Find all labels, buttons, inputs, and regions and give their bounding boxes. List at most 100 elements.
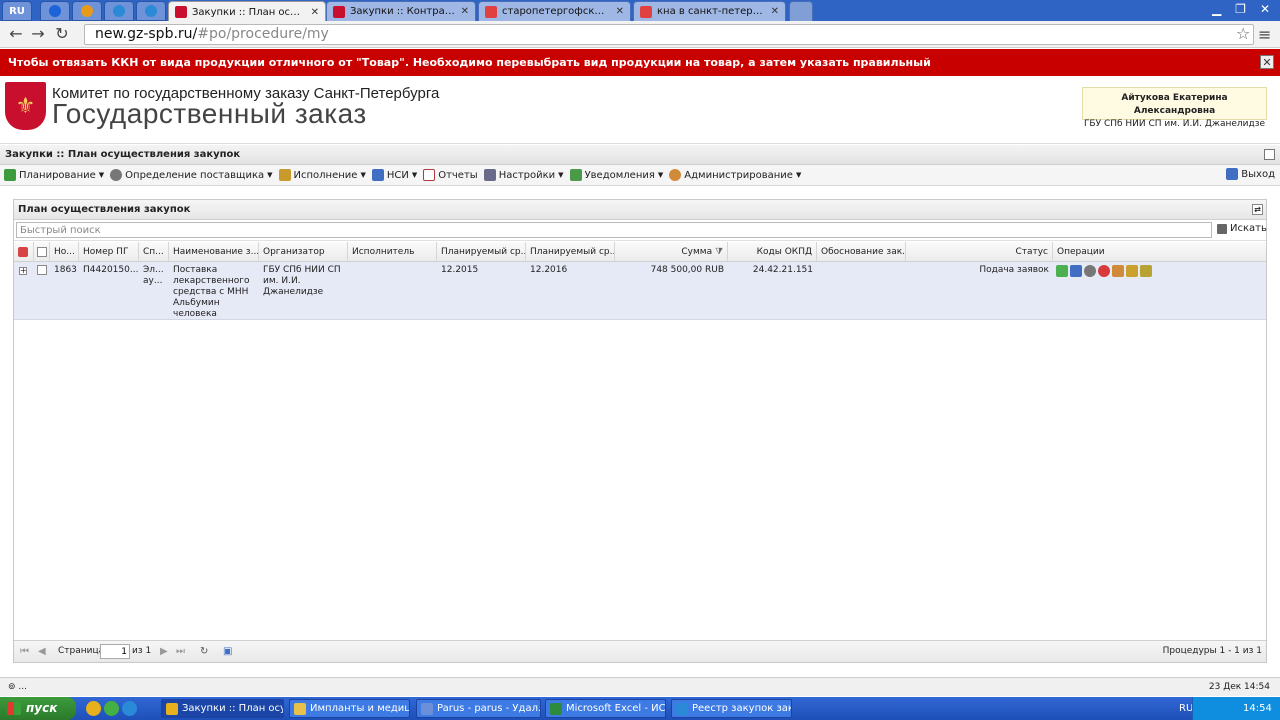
task-browser[interactable]: Закупки :: План осу...: [161, 699, 284, 718]
table-row[interactable]: + 1863 П4420150... Эл... ау... Поставка …: [14, 262, 1266, 320]
close-notice-icon[interactable]: ✕: [1260, 55, 1274, 69]
cell-pg-number: П4420150...: [83, 265, 139, 275]
cell-organizer: ГБУ СПб НИИ СП им. И.И. Джанелидзе: [263, 265, 341, 297]
new-tab-button[interactable]: [789, 1, 813, 21]
menu-reports[interactable]: Отчеты: [423, 169, 478, 181]
start-button[interactable]: пуск: [0, 697, 76, 720]
app-ru-tab[interactable]: RU: [2, 1, 32, 21]
col-reason[interactable]: Обоснование зак...: [817, 242, 906, 262]
bird-icon: [113, 5, 125, 17]
col-number[interactable]: Но...: [50, 242, 79, 262]
refresh-icon[interactable]: ↻: [200, 646, 208, 657]
gears-icon: [110, 169, 123, 181]
close-tab-icon[interactable]: ✕: [311, 7, 319, 18]
task-label: Microsoft Excel - ИСТ...: [566, 703, 666, 714]
pinned-tab-1[interactable]: [40, 1, 70, 21]
browser-tab-search2[interactable]: кна в санкт-петербурге оф ✕: [633, 1, 786, 21]
pinned-tab-2[interactable]: [72, 1, 102, 21]
user-org: ГБУ СПб НИИ СП им. И.И. Джанелидзе: [1083, 119, 1266, 129]
browser-tabstrip: RU Закупки :: План осуществ ✕ Закупки ::…: [0, 0, 1280, 22]
next-page-icon[interactable]: ▶: [160, 646, 168, 657]
close-tab-icon[interactable]: ✕: [771, 6, 779, 17]
admin-icon: [669, 169, 682, 181]
close-tab-icon[interactable]: ✕: [616, 6, 624, 17]
col-name[interactable]: Наименование з...: [169, 242, 259, 262]
refresh-panel-icon[interactable]: ⇄: [1252, 204, 1263, 215]
menu-notifications[interactable]: Уведомления ▼: [569, 169, 664, 181]
collapse-panel-icon[interactable]: [1264, 149, 1275, 160]
col-sum[interactable]: Сумма ⧩: [615, 242, 728, 262]
menu-settings[interactable]: Настройки ▼: [483, 169, 564, 181]
page-title-bar: Закупки :: План осуществления закупок: [0, 145, 1280, 165]
pinned-tab-3[interactable]: [104, 1, 134, 21]
task-folder[interactable]: Импланты и медици...: [289, 699, 410, 718]
quick-search-input[interactable]: [16, 222, 1212, 238]
gears-icon[interactable]: [1084, 265, 1096, 277]
col-plan-start[interactable]: Планируемый ср...: [437, 242, 526, 262]
planning-icon: [4, 169, 16, 181]
exit-button[interactable]: Выход: [1226, 168, 1275, 180]
cell-plan-start: 12.2015: [441, 265, 479, 275]
restore-icon[interactable]: ❐: [1235, 2, 1246, 16]
minimize-icon[interactable]: ▁: [1212, 2, 1221, 16]
close-tab-icon[interactable]: ✕: [461, 6, 469, 17]
chevron-down-icon: ▼: [657, 171, 664, 179]
browser-tab-plan[interactable]: Закупки :: План осуществ ✕: [168, 1, 326, 22]
ie-icon[interactable]: [122, 701, 137, 716]
select-all-checkbox[interactable]: [34, 242, 50, 262]
submit-icon[interactable]: [1056, 265, 1068, 277]
task-parus[interactable]: Parus - parus - Удал...: [416, 699, 541, 718]
prev-page-icon[interactable]: ◀: [38, 646, 46, 657]
col-plan-end[interactable]: Планируемый ср...: [526, 242, 615, 262]
last-page-icon[interactable]: ⏭: [176, 646, 185, 657]
row-checkbox[interactable]: [34, 265, 50, 277]
task-ie[interactable]: Реестр закупок зак...: [671, 699, 792, 718]
page-number-input[interactable]: [100, 644, 130, 659]
page-label: Страница: [58, 646, 105, 656]
col-method[interactable]: Сп...: [139, 242, 169, 262]
browser-menu-icon[interactable]: ≡: [1258, 25, 1271, 44]
reload-icon[interactable]: ↻: [52, 25, 72, 43]
col-pg-number[interactable]: Номер ПГ: [79, 242, 139, 262]
cell-method: Эл... ау...: [143, 265, 164, 286]
task-excel[interactable]: Microsoft Excel - ИСТ...: [545, 699, 666, 718]
menu-nsi[interactable]: НСИ ▼: [371, 169, 417, 181]
document-icon[interactable]: [1140, 265, 1152, 277]
back-icon[interactable]: ←: [6, 25, 26, 43]
col-okpd[interactable]: Коды ОКПД: [728, 242, 817, 262]
flower-icon[interactable]: [104, 701, 119, 716]
grid-title: План осуществления закупок: [18, 204, 191, 215]
binoculars-icon: [1217, 223, 1227, 234]
menu-label: Исполнение: [293, 169, 358, 181]
row-operations: [1056, 265, 1152, 277]
chrome-icon[interactable]: [86, 701, 101, 716]
pinned-tab-4[interactable]: [136, 1, 166, 21]
menu-label: Уведомления: [584, 169, 655, 181]
save-icon[interactable]: ▣: [223, 646, 232, 657]
browser-tab-search1[interactable]: старопетергофский октмо ✕: [478, 1, 631, 21]
menu-supplier[interactable]: Определение поставщика ▼: [110, 169, 273, 181]
forward-icon[interactable]: →: [28, 25, 48, 43]
menu-planning[interactable]: Планирование ▼: [4, 169, 104, 181]
col-organizer[interactable]: Организатор: [259, 242, 348, 262]
menu-admin[interactable]: Администрирование ▼: [669, 169, 801, 181]
first-page-icon[interactable]: ⏮: [20, 646, 29, 657]
chevron-down-icon: ▼: [795, 171, 802, 179]
yandex-favicon-icon: [485, 5, 497, 18]
emblem-icon[interactable]: [1112, 265, 1124, 277]
browser-tab-contracts[interactable]: Закупки :: Контракты на зт ✕: [326, 1, 476, 21]
clear-filter-icon[interactable]: [14, 242, 34, 262]
envelope-icon[interactable]: [1126, 265, 1138, 277]
url-input[interactable]: new.gz-spb.ru/#po/procedure/my: [84, 24, 1254, 45]
col-executor[interactable]: Исполнитель: [348, 242, 437, 262]
cell-plan-end: 12.2016: [530, 265, 568, 275]
window-controls: ▁ ❐ ✕: [1212, 2, 1270, 16]
search-button[interactable]: Искать: [1217, 223, 1267, 234]
menu-execution[interactable]: Исполнение ▼: [278, 169, 366, 181]
chart-icon[interactable]: [1070, 265, 1082, 277]
col-status[interactable]: Статус: [906, 242, 1053, 262]
bookmark-star-icon[interactable]: ☆: [1236, 24, 1250, 43]
close-window-icon[interactable]: ✕: [1260, 2, 1270, 16]
expand-row-icon[interactable]: +: [19, 267, 27, 275]
cancel-icon[interactable]: [1098, 265, 1110, 277]
